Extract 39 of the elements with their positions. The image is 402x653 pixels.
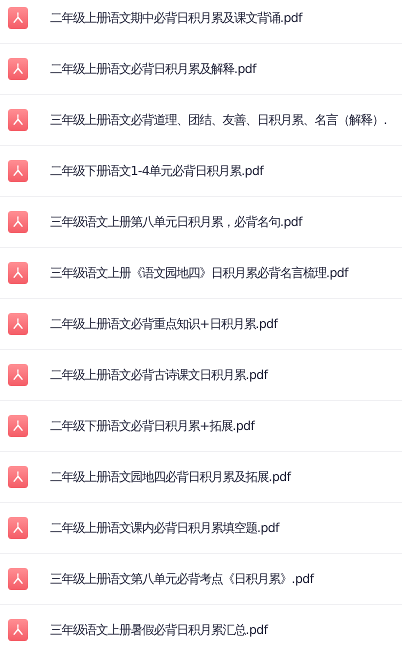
pdf-file-icon	[8, 313, 28, 335]
file-item[interactable]: 三年级语文上册《语文园地四》日积月累必背名言梳理.pdf	[0, 248, 402, 299]
file-name: 三年级上册语文必背道理、团结、友善、日积月累、名言（解释）.	[50, 112, 387, 128]
file-item[interactable]: 二年级上册语文课内必背日积月累填空题.pdf	[0, 503, 402, 554]
pdf-file-icon	[8, 415, 28, 437]
file-name: 二年级上册语文必背重点知识+日积月累.pdf	[50, 316, 278, 332]
file-item[interactable]: 三年级上册语文必背道理、团结、友善、日积月累、名言（解释）.	[0, 95, 402, 146]
file-item[interactable]: 二年级下册语文1-4单元必背日积月累.pdf	[0, 146, 402, 197]
file-item[interactable]: 二年级下册语文必背日积月累+拓展.pdf	[0, 401, 402, 452]
file-item[interactable]: 二年级上册语文期中必背日积月累及课文背诵.pdf	[0, 0, 402, 44]
pdf-file-icon	[8, 58, 28, 80]
file-item[interactable]: 二年级上册语文必背重点知识+日积月累.pdf	[0, 299, 402, 350]
file-name: 三年级语文上册第八单元日积月累，必背名句.pdf	[50, 214, 302, 230]
pdf-file-icon	[8, 262, 28, 284]
file-name: 三年级上册语文第八单元必背考点《日积月累》.pdf	[50, 570, 314, 588]
file-name: 二年级上册语文必背日积月累及解释.pdf	[50, 60, 256, 78]
pdf-file-icon	[8, 466, 28, 488]
pdf-file-icon	[8, 160, 28, 182]
pdf-file-icon	[8, 211, 28, 233]
file-name: 三年级语文上册暑假必背日积月累汇总.pdf	[50, 622, 268, 638]
file-name: 二年级上册语文课内必背日积月累填空题.pdf	[50, 520, 280, 536]
file-item[interactable]: 三年级语文上册第八单元日积月累，必背名句.pdf	[0, 197, 402, 248]
file-item[interactable]: 二年级上册语文园地四必背日积月累及拓展.pdf	[0, 452, 402, 503]
file-item[interactable]: 三年级语文上册暑假必背日积月累汇总.pdf	[0, 605, 402, 653]
pdf-file-icon	[8, 7, 28, 29]
file-item[interactable]: 二年级上册语文必背古诗课文日积月累.pdf	[0, 350, 402, 401]
pdf-file-icon	[8, 619, 28, 641]
pdf-file-icon	[8, 568, 28, 590]
file-name: 二年级上册语文期中必背日积月累及课文背诵.pdf	[50, 10, 302, 26]
file-name: 三年级语文上册《语文园地四》日积月累必背名言梳理.pdf	[50, 264, 348, 282]
pdf-file-icon	[8, 364, 28, 386]
file-name: 二年级上册语文园地四必背日积月累及拓展.pdf	[50, 468, 291, 486]
file-item[interactable]: 三年级上册语文第八单元必背考点《日积月累》.pdf	[0, 554, 402, 605]
pdf-file-icon	[8, 109, 28, 131]
file-name: 二年级下册语文1-4单元必背日积月累.pdf	[50, 162, 264, 180]
file-name: 二年级上册语文必背古诗课文日积月累.pdf	[50, 366, 268, 384]
file-name: 二年级下册语文必背日积月累+拓展.pdf	[50, 418, 254, 434]
file-item[interactable]: 二年级上册语文必背日积月累及解释.pdf	[0, 44, 402, 95]
pdf-file-icon	[8, 517, 28, 539]
